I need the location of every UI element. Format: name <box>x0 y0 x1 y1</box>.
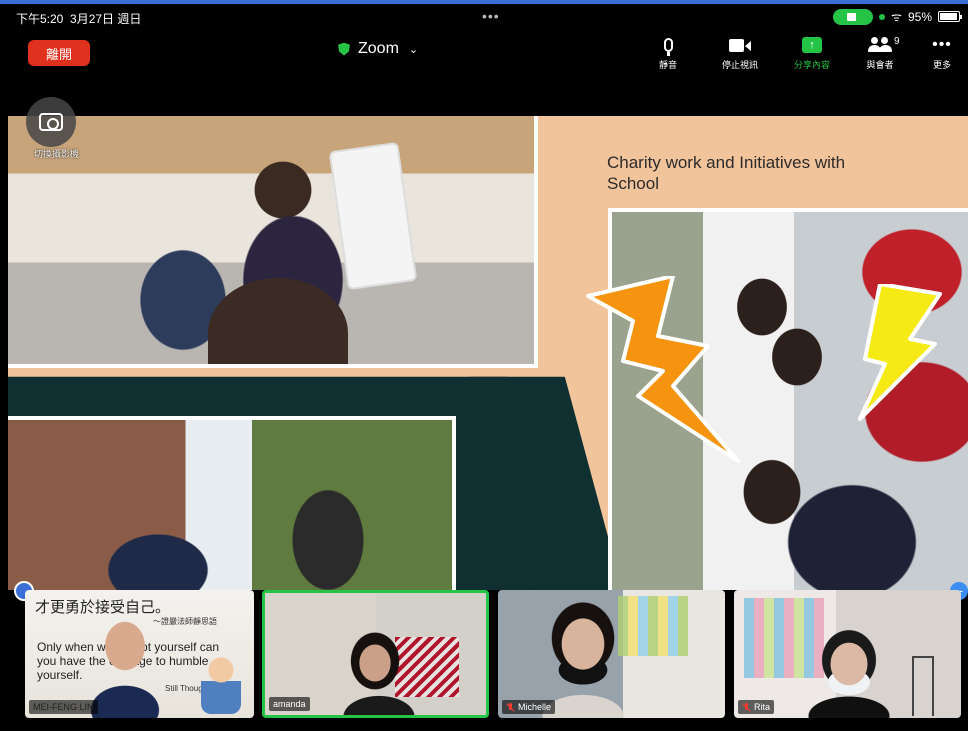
status-date: 3月27日 週日 <box>70 12 142 26</box>
participant-name-tag: Rita <box>738 700 775 714</box>
participant-name: Michelle <box>518 702 552 712</box>
mute-button[interactable]: 靜音 <box>638 34 698 71</box>
participant-tile-michelle[interactable]: Michelle <box>498 590 725 718</box>
tray-in-photo <box>328 141 418 291</box>
meeting-title: Zoom <box>358 40 399 57</box>
cartoon-figure <box>201 654 241 714</box>
status-clock: 下午5:20 <box>16 12 64 26</box>
chevron-down-icon: ⌄ <box>408 43 419 56</box>
participant-name: amanda <box>273 699 306 709</box>
participants-label: 與會者 <box>866 60 894 70</box>
slide-title: Charity work and Initiatives with School <box>607 153 846 193</box>
share-arrow-icon: ↑ <box>802 37 822 53</box>
mic-in-use-icon <box>879 13 885 20</box>
stop-video-button[interactable]: 停止視訊 <box>710 34 770 71</box>
switch-camera-label: 切換攝影機 <box>34 149 80 159</box>
battery-percent: 95% <box>907 9 932 24</box>
more-label: 更多 <box>932 60 951 70</box>
meeting-title-button[interactable]: Zoom ⌄ <box>338 40 418 58</box>
battery-icon <box>938 11 962 22</box>
share-content-label: 分享內容 <box>793 60 830 70</box>
participant-tile-mei-feng-lin[interactable]: 才更勇於接受自己。 ～證嚴法師靜思語 Only when we accept y… <box>25 590 254 718</box>
shared-screen: Charity work and Initiatives with School <box>8 116 968 590</box>
status-bar: 下午5:20 3月27日 週日 ••• ᯤ 95% <box>0 4 968 28</box>
outdoor-stall-photo <box>8 416 456 590</box>
microphone-icon <box>663 38 673 56</box>
leave-button[interactable]: 離開 <box>28 40 90 66</box>
switch-camera-button[interactable] <box>26 97 76 147</box>
muted-mic-icon <box>506 702 515 712</box>
muted-mic-icon <box>742 702 751 712</box>
mute-label: 靜音 <box>658 60 677 70</box>
more-button[interactable]: ••• 更多 <box>912 34 968 71</box>
participant-video <box>335 621 425 715</box>
participant-tile-rita[interactable]: Rita <box>734 590 961 718</box>
status-indicators: ᯤ 95% <box>833 8 962 25</box>
multitask-dots-icon[interactable]: ••• <box>482 8 500 24</box>
kitchen-photo <box>8 116 538 368</box>
more-dots-icon: ••• <box>932 36 952 53</box>
video-camera-icon <box>729 38 751 52</box>
share-content-button[interactable]: ↑ 分享內容 <box>782 34 842 71</box>
participants-count: 9 <box>894 36 900 47</box>
orange-lightning-bolt-icon <box>586 276 740 463</box>
participant-name-tag: MEI-FENG LIN <box>29 700 98 714</box>
camera-in-use-icon <box>833 8 873 25</box>
meeting-toolbar: 離開 Zoom ⌄ 靜音 停止視訊 ↑ 分享內容 與會者 9 ••• 更多 <box>0 28 968 76</box>
participants-button[interactable]: 與會者 <box>850 34 910 71</box>
camera-flip-icon <box>39 113 63 131</box>
status-time: 下午5:20 3月27日 週日 <box>16 10 141 27</box>
participants-icon <box>867 37 893 53</box>
wifi-icon: ᯤ <box>891 10 902 24</box>
encryption-shield-icon <box>338 42 350 56</box>
participant-tile-amanda[interactable]: amanda <box>262 590 489 718</box>
participant-name-tag: amanda <box>269 697 310 711</box>
yellow-lightning-bolt-icon <box>858 284 942 421</box>
participant-name: MEI-FENG LIN <box>33 702 94 712</box>
participant-name: Rita <box>754 702 771 712</box>
participant-name-tag: Michelle <box>502 700 556 714</box>
participant-video <box>794 616 904 718</box>
background-tripod <box>912 656 934 716</box>
stop-video-label: 停止視訊 <box>721 60 758 70</box>
presenter-face-in-photo <box>208 278 348 364</box>
